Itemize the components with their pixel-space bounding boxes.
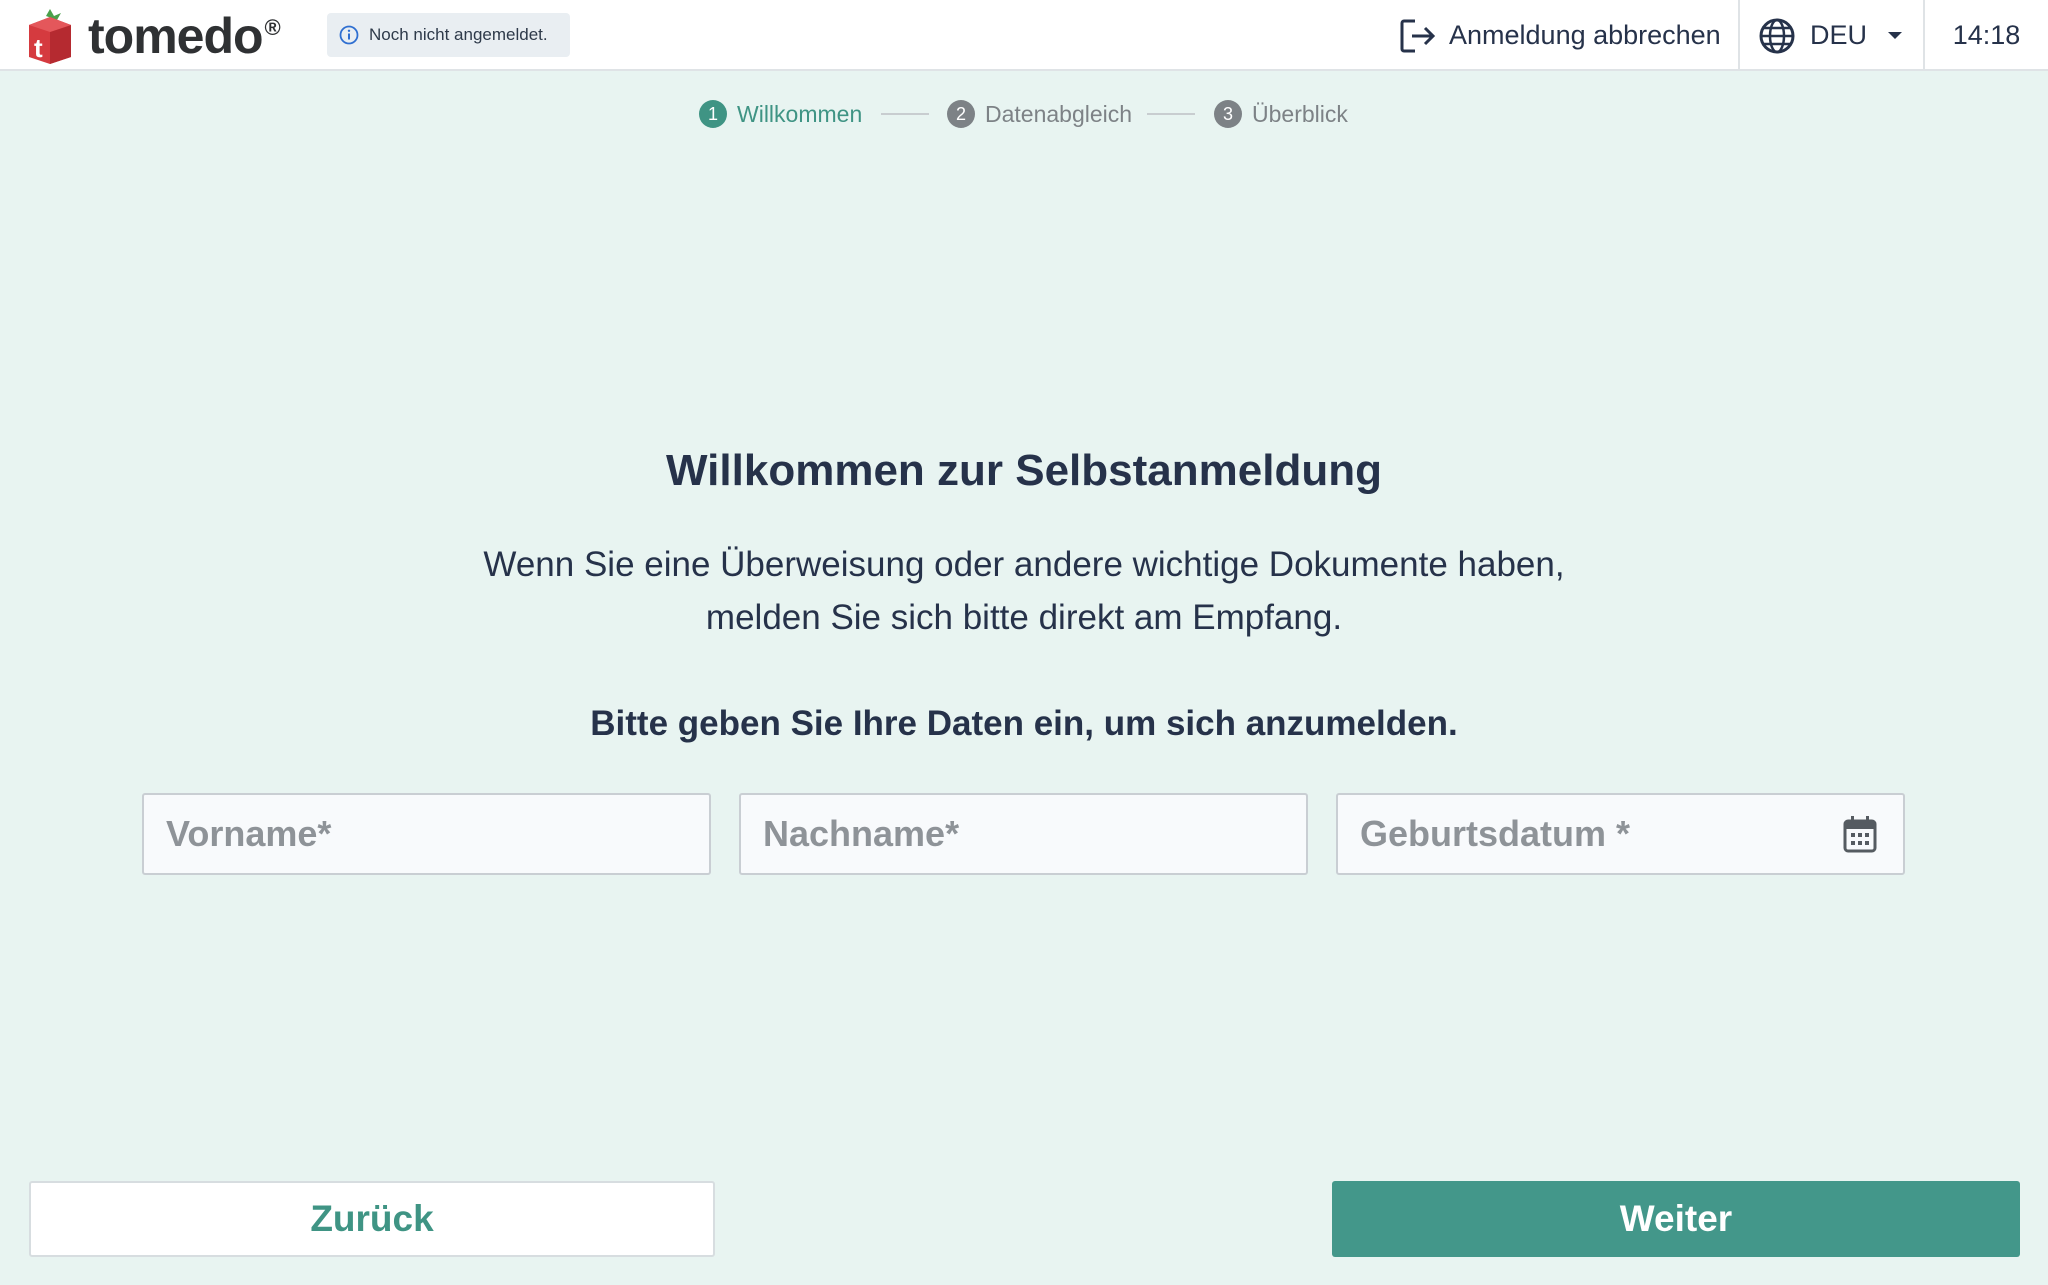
step-connector [1147,113,1195,115]
step-label: Datenabgleich [985,100,1133,127]
svg-text:t: t [34,33,43,63]
globe-icon [1759,18,1795,53]
intro-line: Wenn Sie eine Überweisung oder andere wi… [483,545,1565,584]
progress-stepper: 1 Willkommen 2 Datenabgleich 3 Überblick [0,96,2048,132]
logout-icon [1400,19,1436,52]
next-button[interactable]: Weiter [1332,1181,2020,1257]
step-label: Überblick [1252,100,1348,127]
cancel-login-label: Anmeldung abbrechen [1449,20,1721,50]
birthdate-input[interactable] [1336,793,1905,875]
login-status-text: Noch nicht angemeldet. [369,25,548,44]
language-selector[interactable]: DEU [1758,0,1924,71]
tomedo-logo: t tomedo® [26,6,326,66]
header-divider [1738,0,1740,71]
step-number: 2 [947,100,975,128]
calendar-icon[interactable] [1843,815,1877,853]
logo-wordmark: tomedo® [88,8,281,64]
login-status-badge: Noch nicht angemeldet. [327,13,570,57]
info-icon [339,25,359,45]
firstname-input[interactable] [142,793,711,875]
step-data-match: 2 Datenabgleich [947,96,1132,132]
caret-down-icon [1888,32,1902,39]
intro-text: Wenn Sie eine Überweisung oder andere wi… [374,538,1674,644]
lastname-input[interactable] [739,793,1308,875]
page-title: Willkommen zur Selbstanmeldung [666,446,1382,495]
step-connector [881,113,929,115]
step-number: 3 [1214,100,1242,128]
form-prompt: Bitte geben Sie Ihre Daten ein, um sich … [590,704,1458,743]
step-welcome: 1 Willkommen [699,96,862,132]
step-number: 1 [699,100,727,128]
logo-cube-icon: t [29,9,71,64]
language-value: DEU [1810,20,1868,50]
clock: 14:18 [1952,20,2021,50]
intro-line: melden Sie sich bitte direkt am Empfang. [705,598,1343,637]
back-button[interactable]: Zurück [29,1181,715,1257]
top-bar: t tomedo® Noch nicht angemeldet. Anmeldu… [0,0,2048,71]
step-overview: 3 Überblick [1214,96,1348,132]
cancel-login-button[interactable]: Anmeldung abbrechen [1395,0,1738,71]
step-label: Willkommen [737,100,863,127]
